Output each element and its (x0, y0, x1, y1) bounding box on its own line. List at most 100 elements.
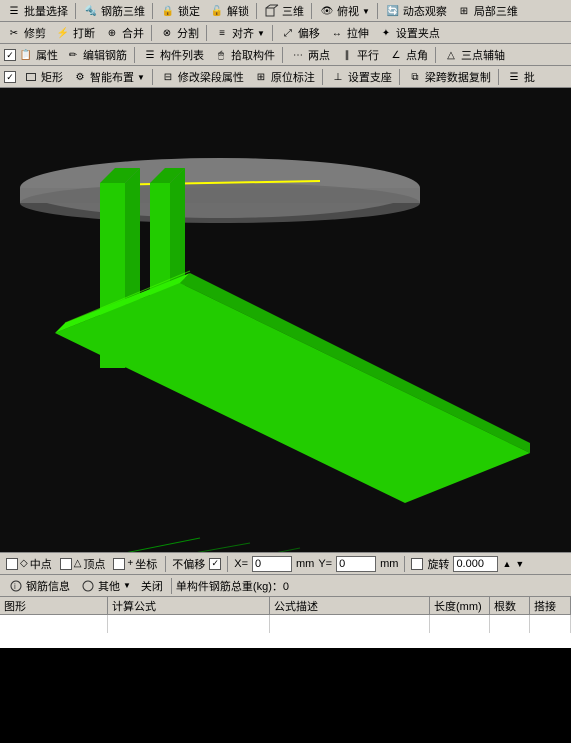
rotate-checkbox[interactable] (411, 558, 423, 570)
break-btn[interactable]: ⚡ 打断 (51, 23, 99, 43)
batch-label: 批 (524, 69, 535, 85)
sep8 (272, 25, 273, 41)
unlock-label: 解锁 (227, 3, 249, 19)
trim-label: 修剪 (24, 25, 46, 41)
x-input[interactable] (252, 556, 292, 572)
close-btn[interactable]: 关闭 (137, 576, 167, 596)
lock-label: 锁定 (178, 3, 200, 19)
unlock-icon: 🔓 (209, 3, 225, 19)
split-label: 分割 (177, 25, 199, 41)
support-btn[interactable]: ⊥ 设置支座 (326, 67, 396, 87)
top-view-btn[interactable]: 👁 俯视 ▼ (315, 1, 374, 21)
rotate-up-arrow[interactable]: ▲ (502, 559, 511, 569)
sep14 (399, 69, 400, 85)
stretch-label: 拉伸 (347, 25, 369, 41)
col-header-count: 根数 (490, 597, 530, 614)
dim-btn[interactable]: ⊞ 原位标注 (249, 67, 319, 87)
beam-prop-btn[interactable]: ⊟ 修改梁段属性 (156, 67, 248, 87)
other-arrow: ▼ (123, 581, 131, 590)
unlock-btn[interactable]: 🔓 解锁 (205, 1, 253, 21)
pick-icon: 🖱 (213, 47, 229, 63)
other-label: 其他 (98, 578, 120, 594)
batch-select-btn[interactable]: ☰ 批量选择 (2, 1, 72, 21)
smart-place-btn[interactable]: ⚙ 智能布置 ▼ (68, 67, 149, 87)
top-view-arrow: ▼ (362, 7, 370, 16)
sep-status2 (227, 556, 228, 572)
offset-btn[interactable]: ⤢ 偏移 (276, 23, 324, 43)
rebar-3d-label: 钢筋三维 (101, 3, 145, 19)
beam-prop-label: 修改梁段属性 (178, 69, 244, 85)
batch-btn[interactable]: ☰ 批 (502, 67, 539, 87)
angle-btn[interactable]: ∠ 点角 (384, 45, 432, 65)
select-icon: ☰ (6, 3, 22, 19)
col-header-shape: 图形 (0, 597, 108, 614)
immovable-checkbox[interactable]: ✓ (209, 558, 221, 570)
smart-label: 智能布置 (90, 69, 134, 85)
cell-formula-desc (270, 615, 430, 633)
rect-btn[interactable]: 矩形 (19, 67, 67, 87)
immovable-label: 不偏移 (172, 556, 205, 572)
midpoint-check[interactable]: ◇ 中点 (4, 555, 54, 573)
toolbar-row-3: ✓ 📋 属性 ✏ 编辑钢筋 ☰ 构件列表 🖱 拾取构件 ⋯ 两点 ∥ 平行 ∠ … (0, 44, 571, 66)
trim-btn[interactable]: ✂ 修剪 (2, 23, 50, 43)
two-point-btn[interactable]: ⋯ 两点 (286, 45, 334, 65)
coord-icon: + (127, 558, 133, 569)
toolbar-row-2: ✂ 修剪 ⚡ 打断 ⊕ 合并 ⊗ 分割 ≡ 对齐 ▼ ⤢ 偏移 ↔ 拉伸 ✦ 设… (0, 22, 571, 44)
rect-checkbox[interactable]: ✓ (4, 71, 16, 83)
three-point-btn[interactable]: △ 三点辅轴 (439, 45, 509, 65)
sep2 (152, 3, 153, 19)
other-btn[interactable]: 其他 ▼ (76, 576, 135, 596)
rotate-input[interactable] (453, 556, 498, 572)
align-label: 对齐 (232, 25, 254, 41)
list-label: 构件列表 (160, 47, 204, 63)
align-icon: ≡ (214, 25, 230, 41)
orbit-icon: 🔄 (385, 3, 401, 19)
lock-btn[interactable]: 🔒 锁定 (156, 1, 204, 21)
props-check[interactable]: ✓ 📋 属性 (2, 46, 60, 64)
local-3d-btn[interactable]: ⊞ 局部三维 (452, 1, 522, 21)
dim-label: 原位标注 (271, 69, 315, 85)
prop-icon: 📋 (18, 47, 34, 63)
midpoint-checkbox[interactable] (6, 558, 18, 570)
split-btn[interactable]: ⊗ 分割 (155, 23, 203, 43)
parallel-label: 平行 (357, 47, 379, 63)
grip-btn[interactable]: ✦ 设置夹点 (374, 23, 444, 43)
bottom-toolbar: i 钢筋信息 其他 ▼ 关闭 单构件钢筋总重(kg)：0 (0, 574, 571, 596)
rebar-info-btn[interactable]: i 钢筋信息 (4, 576, 74, 596)
component-list-btn[interactable]: ☰ 构件列表 (138, 45, 208, 65)
top-view-icon: 👁 (319, 3, 335, 19)
rect-check[interactable]: ✓ (2, 70, 18, 84)
rotate-down-arrow[interactable]: ▼ (515, 559, 524, 569)
viewport-3d[interactable] (0, 88, 571, 552)
table-area: 图形 计算公式 公式描述 长度(mm) 根数 搭接 (0, 596, 571, 648)
align-btn[interactable]: ≡ 对齐 ▼ (210, 23, 269, 43)
offset-label: 偏移 (298, 25, 320, 41)
svg-text:i: i (14, 582, 16, 591)
vertex-check[interactable]: △ 顶点 (58, 555, 108, 573)
cell-count (490, 615, 530, 633)
edit-rebar-btn[interactable]: ✏ 编辑钢筋 (61, 45, 131, 65)
prop-label: 属性 (36, 47, 58, 63)
sep9 (134, 47, 135, 63)
3d-btn[interactable]: 三维 (260, 1, 308, 21)
sep1 (75, 3, 76, 19)
stretch-btn[interactable]: ↔ 拉伸 (325, 23, 373, 43)
rotate-label: 旋转 (427, 556, 449, 572)
copy-span-btn[interactable]: ⧉ 梁跨数据复制 (403, 67, 495, 87)
vertex-checkbox[interactable] (60, 558, 72, 570)
sep3 (256, 3, 257, 19)
parallel-btn[interactable]: ∥ 平行 (335, 45, 383, 65)
coord-checkbox[interactable] (113, 558, 125, 570)
props-checkbox[interactable]: ✓ (4, 49, 16, 61)
merge-icon: ⊕ (104, 25, 120, 41)
y-input[interactable] (336, 556, 376, 572)
trim-icon: ✂ (6, 25, 22, 41)
coord-check[interactable]: + 坐标 (111, 555, 159, 573)
batch-icon: ☰ (506, 69, 522, 85)
rebar-3d-btn[interactable]: 🔩 钢筋三维 (79, 1, 149, 21)
merge-label: 合并 (122, 25, 144, 41)
pick-component-btn[interactable]: 🖱 拾取构件 (209, 45, 279, 65)
merge-btn[interactable]: ⊕ 合并 (100, 23, 148, 43)
orbit-btn[interactable]: 🔄 动态观察 (381, 1, 451, 21)
status-bar: ◇ 中点 △ 顶点 + 坐标 不偏移 ✓ X= mm Y= mm 旋转 ▲ ▼ (0, 552, 571, 574)
